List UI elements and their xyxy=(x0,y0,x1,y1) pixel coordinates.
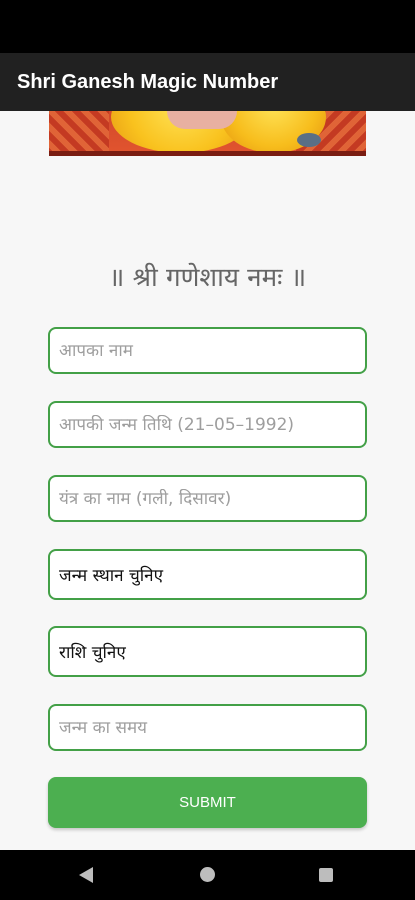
birthplace-select-value: जन्म स्थान चुनिए xyxy=(59,566,164,586)
page-heading: ॥ श्री गणेशाय नमः ॥ xyxy=(108,263,307,293)
back-icon[interactable] xyxy=(79,867,93,883)
rashi-select[interactable]: राशि चुनिए xyxy=(48,626,367,677)
name-input[interactable] xyxy=(59,340,365,361)
status-bar xyxy=(0,0,415,53)
yantra-input[interactable] xyxy=(59,488,365,509)
app-title: Shri Ganesh Magic Number xyxy=(17,70,279,93)
navigation-bar xyxy=(0,850,415,900)
home-icon[interactable] xyxy=(200,867,215,882)
dob-field[interactable] xyxy=(48,401,367,448)
banner-base xyxy=(49,151,366,156)
birthtime-input[interactable] xyxy=(59,717,365,738)
submit-button[interactable]: SUBMIT xyxy=(48,777,367,828)
rashi-select-value: राशि चुनिए xyxy=(59,643,126,663)
name-field[interactable] xyxy=(48,327,367,374)
app-bar: Shri Ganesh Magic Number xyxy=(0,53,415,111)
banner-mouse xyxy=(297,133,321,147)
birthplace-select[interactable]: जन्म स्थान चुनिए xyxy=(48,549,367,600)
recents-icon[interactable] xyxy=(319,868,333,882)
birthtime-field[interactable] xyxy=(48,704,367,751)
ganesh-banner-image xyxy=(49,111,366,156)
banner-cloth xyxy=(167,111,237,129)
banner-mat-left xyxy=(49,111,109,156)
dob-input[interactable] xyxy=(59,414,365,435)
yantra-field[interactable] xyxy=(48,475,367,522)
